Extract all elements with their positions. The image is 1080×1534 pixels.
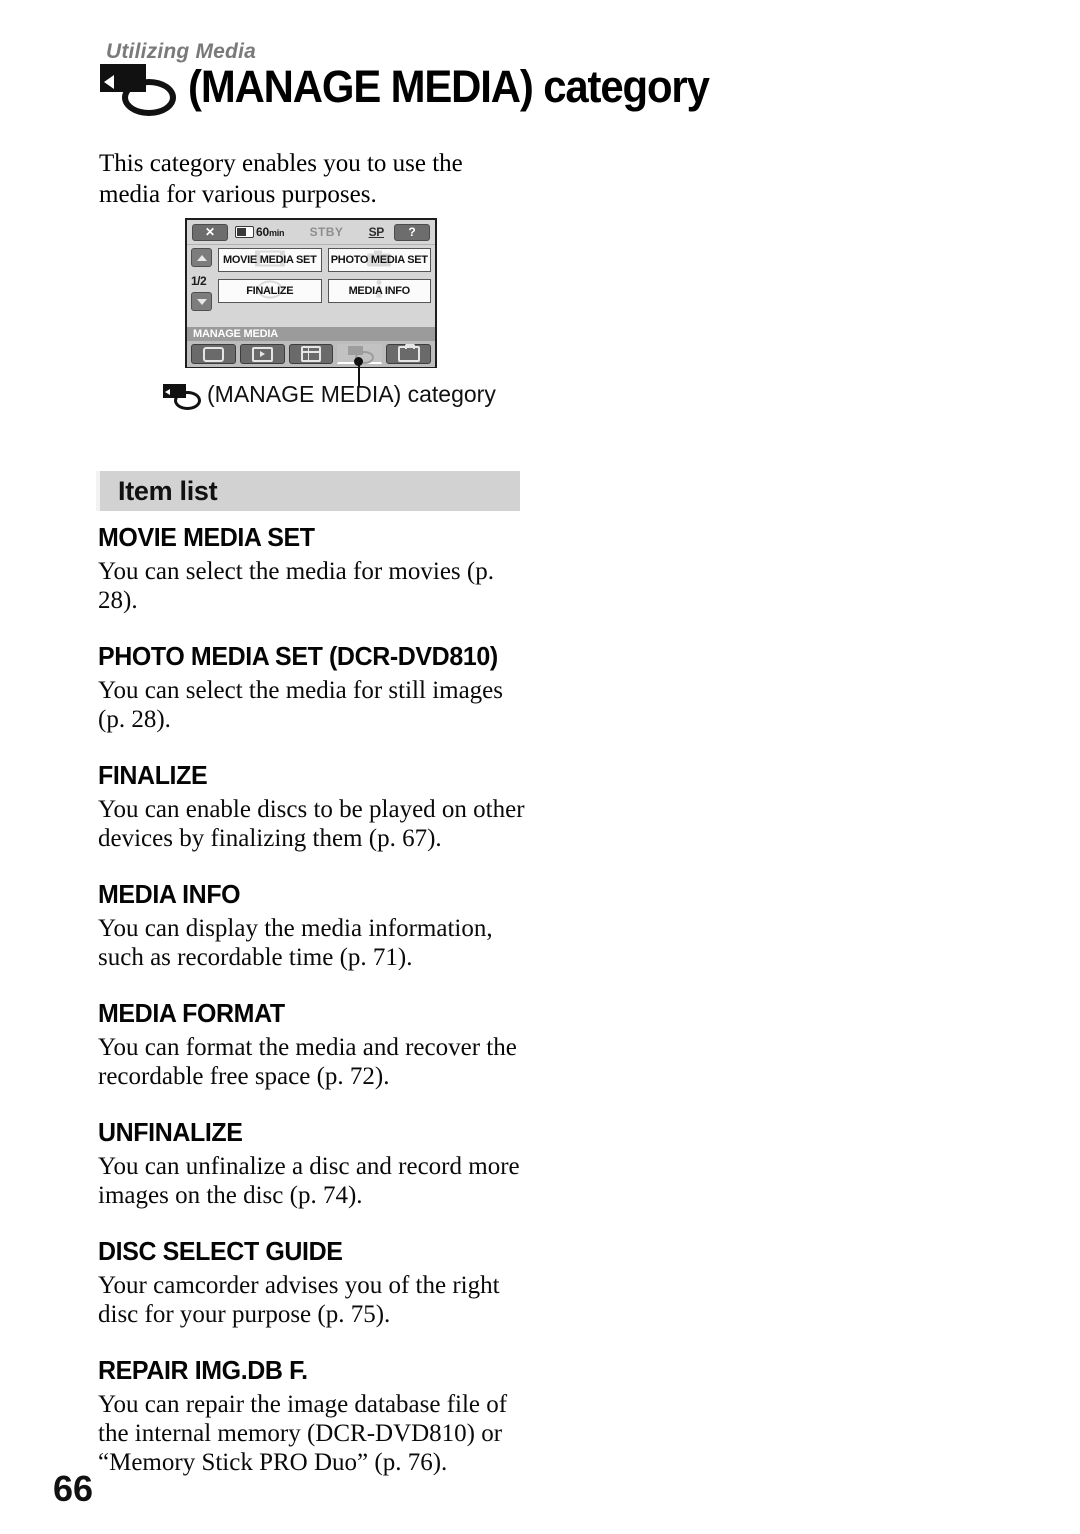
item-body: You can enable discs to be played on oth…	[98, 796, 525, 852]
battery-icon	[235, 226, 254, 238]
chevron-up-icon	[196, 254, 207, 261]
lcd-screen-figure: ✕ 60min STBY SP ? 1/2 MOVIE MEDIA SET PH…	[185, 218, 437, 368]
callout-leader-dot	[354, 357, 363, 366]
recording-mode-status: STBY	[309, 225, 344, 239]
lcd-menu-item-photo-media-set[interactable]: PHOTO MEDIA SET	[327, 248, 431, 272]
lcd-menu-grid: MOVIE MEDIA SET PHOTO MEDIA SET FINALIZE…	[218, 248, 431, 303]
item-body: You can unfinalize a disc and record mor…	[98, 1153, 520, 1209]
item-heading: DISC SELECT GUIDE	[98, 1236, 343, 1266]
section-title: Item list	[118, 475, 218, 506]
intro-paragraph: This category enables you to use the med…	[99, 150, 463, 208]
item-body: Your camcorder advises you of the right …	[98, 1272, 500, 1328]
settings-toolbox-tab[interactable]	[386, 344, 431, 364]
item-entry: MEDIA FORMAT You can format the media an…	[98, 998, 534, 1091]
lcd-status-bar: ✕ 60min STBY SP ?	[187, 220, 435, 245]
menu-grid-tab[interactable]	[288, 344, 334, 364]
item-entry: DISC SELECT GUIDE Your camcorder advises…	[98, 1236, 534, 1329]
playback-tab[interactable]	[239, 344, 285, 364]
item-heading: MOVIE MEDIA SET	[98, 522, 315, 552]
lcd-menu-item-media-info[interactable]: MEDIA INFO	[327, 279, 431, 303]
page-title: (MANAGE MEDIA) category	[100, 60, 748, 116]
item-heading: FINALIZE	[98, 760, 208, 790]
item-list: MOVIE MEDIA SET You can select the media…	[98, 522, 534, 1503]
figure-caption-text: (MANAGE MEDIA) category	[207, 381, 496, 407]
close-button[interactable]: ✕	[192, 223, 228, 241]
item-heading: REPAIR IMG.DB F.	[98, 1355, 308, 1385]
item-list-section-header: Item list	[96, 471, 520, 511]
lcd-menu-body: 1/2 MOVIE MEDIA SET PHOTO MEDIA SET FINA…	[187, 245, 435, 327]
settings-toolbox-tab-icon	[397, 344, 420, 362]
camcorder-tab[interactable]	[191, 344, 236, 364]
item-entry: REPAIR IMG.DB F. You can repair the imag…	[98, 1355, 534, 1477]
item-heading: MEDIA INFO	[98, 879, 241, 909]
lcd-category-label: MANAGE MEDIA	[187, 327, 435, 341]
page-title-text: (MANAGE MEDIA) category	[188, 60, 710, 112]
scroll-up-button[interactable]	[191, 248, 212, 267]
item-entry: MEDIA INFO You can display the media inf…	[98, 879, 534, 972]
chevron-down-icon	[196, 298, 207, 305]
lcd-menu-item-label: FINALIZE	[246, 285, 294, 297]
lcd-menu-item-finalize[interactable]: FINALIZE	[218, 279, 322, 303]
lcd-menu-item-label: MOVIE MEDIA SET	[223, 254, 317, 266]
lcd-menu-item-label: MEDIA INFO	[348, 285, 411, 297]
record-quality-indicator: SP	[368, 225, 385, 239]
page-number: 66	[53, 1468, 94, 1509]
item-heading: MEDIA FORMAT	[98, 998, 285, 1028]
page-indicator: 1/2	[191, 274, 207, 288]
item-entry: PHOTO MEDIA SET (DCR-DVD810) You can sel…	[98, 641, 534, 734]
item-body: You can display the media information, s…	[98, 915, 493, 971]
item-entry: FINALIZE You can enable discs to be play…	[98, 760, 534, 853]
camcorder-tab-icon	[202, 346, 224, 362]
playback-tab-icon	[251, 346, 273, 362]
item-body: You can select the media for movies (p. …	[98, 558, 494, 614]
lcd-menu-item-movie-media-set[interactable]: MOVIE MEDIA SET	[218, 248, 322, 272]
item-entry: MOVIE MEDIA SET You can select the media…	[98, 522, 534, 615]
manage-media-icon	[163, 383, 201, 410]
help-button[interactable]: ?	[394, 223, 430, 241]
item-body: You can repair the image database file o…	[98, 1391, 508, 1476]
menu-grid-tab-icon	[300, 346, 321, 362]
manage-media-icon	[100, 62, 176, 116]
item-heading: UNFINALIZE	[98, 1117, 243, 1147]
battery-time: 60min	[256, 225, 285, 239]
lcd-pager: 1/2	[191, 248, 215, 311]
lcd-menu-item-label: PHOTO MEDIA SET	[330, 254, 428, 266]
battery-status: 60min	[235, 225, 285, 239]
scroll-down-button[interactable]	[191, 292, 212, 311]
item-heading: PHOTO MEDIA SET (DCR-DVD810)	[98, 641, 498, 671]
lcd-tab-bar	[187, 341, 435, 367]
figure-caption: (MANAGE MEDIA) category	[163, 381, 496, 410]
item-body: You can select the media for still image…	[98, 677, 504, 733]
item-body: You can format the media and recover the…	[98, 1034, 517, 1090]
item-entry: UNFINALIZE You can unfinalize a disc and…	[98, 1117, 534, 1210]
